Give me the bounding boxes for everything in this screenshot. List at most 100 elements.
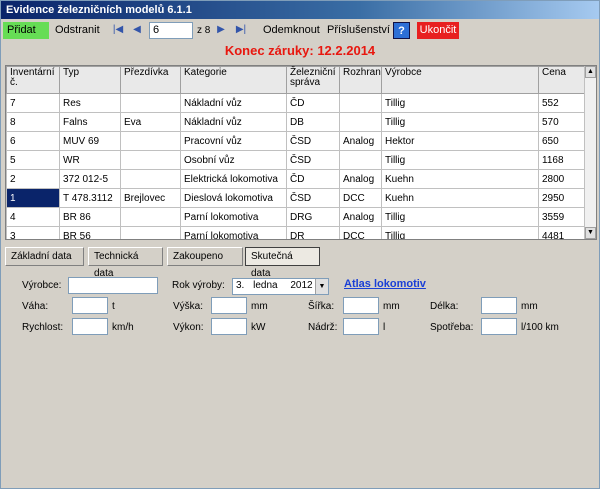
- column-header[interactable]: Železniční správa: [286, 66, 340, 94]
- table-cell[interactable]: 1168: [538, 150, 587, 170]
- table-cell[interactable]: [120, 150, 181, 170]
- table-cell[interactable]: 2800: [538, 169, 587, 189]
- column-header[interactable]: Kategorie: [180, 66, 287, 94]
- previous-record-icon[interactable]: ◀: [131, 23, 143, 37]
- table-cell[interactable]: Analog: [339, 207, 382, 227]
- table-cell[interactable]: [120, 131, 181, 151]
- table-cell[interactable]: Nákladní vůz: [180, 93, 287, 113]
- table-cell[interactable]: 372 012-5: [59, 169, 121, 189]
- table-cell[interactable]: Osobní vůz: [180, 150, 287, 170]
- power-field[interactable]: [211, 318, 247, 335]
- chevron-down-icon[interactable]: ▼: [315, 279, 328, 294]
- table-cell[interactable]: Hektor: [381, 131, 539, 151]
- table-cell[interactable]: 4: [6, 207, 60, 227]
- table-cell[interactable]: Falns: [59, 112, 121, 132]
- manufacturer-field[interactable]: [68, 277, 158, 294]
- table-row[interactable]: 4 BR 86 Parní lokomotiva DRG Analog Tillig 355…: [6, 207, 587, 227]
- table-cell[interactable]: BR 86: [59, 207, 121, 227]
- table-cell[interactable]: ČSD: [286, 188, 340, 208]
- table-cell[interactable]: Dieslová lokomotiva: [180, 188, 287, 208]
- table-cell[interactable]: 8: [6, 112, 60, 132]
- table-row[interactable]: 7 Res Nákladní vůz ČD Tillig 552: [6, 93, 587, 113]
- table-cell[interactable]: Parní lokomotiva: [180, 207, 287, 227]
- table-cell[interactable]: 650: [538, 131, 587, 151]
- table-cell[interactable]: Tillig: [381, 207, 539, 227]
- column-header[interactable]: Typ: [59, 66, 121, 94]
- column-header[interactable]: Inventární č.: [6, 66, 60, 94]
- table-cell[interactable]: Kuehn: [381, 188, 539, 208]
- first-record-icon[interactable]: |◀: [112, 23, 124, 37]
- column-header[interactable]: Přezdívka: [120, 66, 181, 94]
- table-cell[interactable]: [339, 150, 382, 170]
- table-cell[interactable]: 2: [6, 169, 60, 189]
- help-button[interactable]: ?: [393, 22, 410, 39]
- table-cell[interactable]: [120, 207, 181, 227]
- table-cell[interactable]: Analog: [339, 169, 382, 189]
- tab-basic-data[interactable]: Základní data: [5, 247, 84, 266]
- column-header[interactable]: Rozhran: [339, 66, 382, 94]
- unlock-button[interactable]: Odemknout: [263, 22, 320, 39]
- table-cell[interactable]: Pracovní vůz: [180, 131, 287, 151]
- table-cell[interactable]: T 478.3112: [59, 188, 121, 208]
- table-cell[interactable]: 3559: [538, 207, 587, 227]
- table-cell[interactable]: Tillig: [381, 112, 539, 132]
- grid-scrollbar[interactable]: ▲ ▼: [584, 66, 596, 239]
- tab-actual-data[interactable]: Skutečná data: [245, 247, 320, 279]
- last-record-icon[interactable]: ▶|: [235, 23, 247, 37]
- table-cell[interactable]: Elektrická lokomotiva: [180, 169, 287, 189]
- height-field[interactable]: [211, 297, 247, 314]
- table-row[interactable]: 8 Falns Eva Nákladní vůz DB Tillig 570: [6, 112, 587, 132]
- table-cell[interactable]: ČD: [286, 169, 340, 189]
- table-cell[interactable]: Tillig: [381, 150, 539, 170]
- table-cell[interactable]: Nákladní vůz: [180, 112, 287, 132]
- length-field[interactable]: [481, 297, 517, 314]
- table-cell[interactable]: 7: [6, 93, 60, 113]
- table-cell[interactable]: ČD: [286, 93, 340, 113]
- table-cell[interactable]: ČSD: [286, 131, 340, 151]
- table-cell[interactable]: 3: [6, 226, 60, 239]
- table-cell[interactable]: DCC: [339, 188, 382, 208]
- speed-field[interactable]: [72, 318, 108, 335]
- table-cell[interactable]: DR: [286, 226, 340, 239]
- table-cell[interactable]: [120, 93, 181, 113]
- table-cell[interactable]: 5: [6, 150, 60, 170]
- add-button[interactable]: Přidat: [3, 22, 49, 39]
- scroll-up-icon[interactable]: ▲: [585, 66, 596, 78]
- table-cell[interactable]: Tillig: [381, 93, 539, 113]
- consumption-field[interactable]: [481, 318, 517, 335]
- table-cell[interactable]: DCC: [339, 226, 382, 239]
- table-cell[interactable]: MUV 69: [59, 131, 121, 151]
- scroll-down-icon[interactable]: ▼: [585, 227, 596, 239]
- table-cell[interactable]: BR 56: [59, 226, 121, 239]
- atlas-link[interactable]: Atlas lokomotiv: [344, 278, 426, 290]
- column-header[interactable]: Výrobce: [381, 66, 539, 94]
- table-cell[interactable]: 570: [538, 112, 587, 132]
- table-cell[interactable]: Tillig: [381, 226, 539, 239]
- tab-purchased[interactable]: Zakoupeno: [167, 247, 243, 266]
- table-cell[interactable]: [120, 169, 181, 189]
- table-row[interactable]: 3 BR 56 Parní lokomotiva DR DCC Tillig 4481: [6, 226, 587, 239]
- accessories-button[interactable]: Příslušenství: [327, 22, 390, 39]
- table-row[interactable]: 5 WR Osobní vůz ČSD Tillig 1168: [6, 150, 587, 170]
- column-header[interactable]: Cena: [538, 66, 587, 94]
- table-cell[interactable]: Brejlovec: [120, 188, 181, 208]
- table-cell[interactable]: [120, 226, 181, 239]
- table-cell[interactable]: ČSD: [286, 150, 340, 170]
- tank-field[interactable]: [343, 318, 379, 335]
- table-cell[interactable]: [339, 112, 382, 132]
- table-cell[interactable]: DRG: [286, 207, 340, 227]
- table-cell[interactable]: [339, 93, 382, 113]
- quit-button[interactable]: Ukončit: [417, 22, 459, 39]
- table-cell[interactable]: 552: [538, 93, 587, 113]
- table-row[interactable]: 2 372 012-5 Elektrická lokomotiva ČD Analog K…: [6, 169, 587, 189]
- weight-field[interactable]: [72, 297, 108, 314]
- production-date-picker[interactable]: 3. ledna 2012 ▼: [232, 278, 329, 295]
- width-field[interactable]: [343, 297, 379, 314]
- table-cell[interactable]: Kuehn: [381, 169, 539, 189]
- tab-technical-data[interactable]: Technická data: [88, 247, 163, 279]
- remove-button[interactable]: Odstranit: [55, 22, 100, 39]
- table-row[interactable]: 1T 478.3112 Brejlovec Dieslová lokomotiva Č…: [6, 188, 587, 208]
- table-cell[interactable]: 6: [6, 131, 60, 151]
- table-cell[interactable]: Parní lokomotiva: [180, 226, 287, 239]
- table-cell[interactable]: WR: [59, 150, 121, 170]
